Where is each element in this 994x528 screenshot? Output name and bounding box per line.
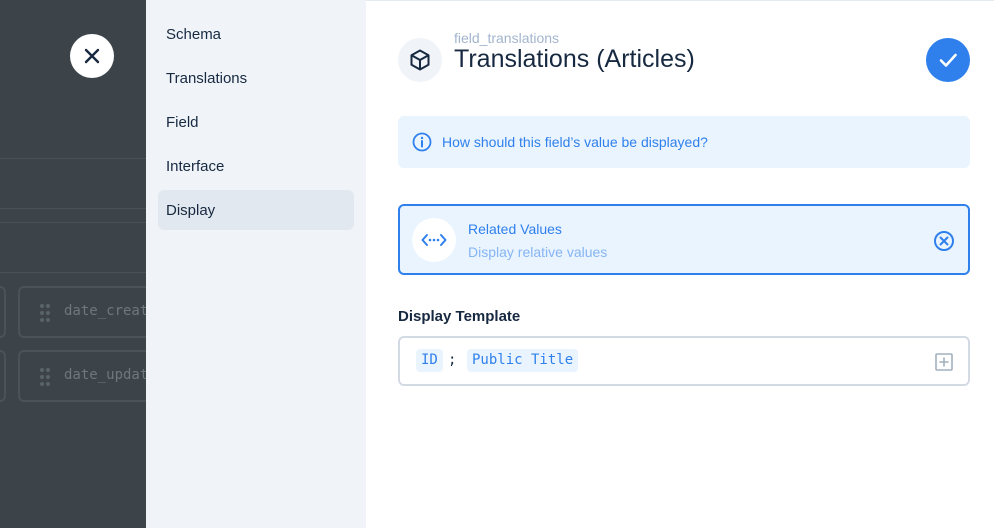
box-icon (410, 49, 430, 71)
info-icon (412, 132, 432, 152)
template-separator: ; (448, 352, 457, 368)
display-icon-wrapper (412, 218, 456, 262)
modal-backdrop: date_created date_updated (0, 0, 146, 528)
code-arrows-icon (421, 234, 447, 246)
display-template-label: Display Template (398, 308, 521, 325)
backdrop-field-name: date_created (64, 303, 146, 319)
backdrop-divider (0, 208, 146, 209)
sidebar-item-translations[interactable]: Translations (158, 58, 354, 98)
backdrop-divider (0, 158, 146, 159)
template-token[interactable]: Public Title (467, 349, 579, 372)
backdrop-divider (0, 272, 146, 273)
backdrop-field-chip: date_updated (18, 350, 146, 402)
sidebar-item-field[interactable]: Field (158, 102, 354, 142)
drag-handle-icon (40, 304, 52, 322)
page-title: Translations (Articles) (454, 45, 695, 73)
template-token[interactable]: ID (416, 349, 443, 372)
close-circle-icon (934, 231, 954, 251)
display-template-input[interactable]: ID ; Public Title (398, 336, 970, 386)
save-button[interactable] (926, 38, 970, 82)
page-subtitle: field_translations (454, 30, 560, 46)
display-description: Display relative values (468, 244, 608, 260)
title-icon-wrapper (398, 38, 442, 82)
check-icon (939, 53, 957, 67)
drawer-content: field_translations Translations (Article… (366, 0, 994, 528)
close-drawer-button[interactable] (70, 34, 114, 78)
info-notice: How should this field’s value be display… (398, 116, 970, 168)
backdrop-field-chip: date_created (18, 286, 146, 338)
sidebar-item-schema[interactable]: Schema (158, 14, 354, 54)
deselect-display-button[interactable] (932, 229, 956, 253)
backdrop-field-name: date_updated (64, 367, 146, 383)
backdrop-field-chip (0, 350, 6, 402)
display-selection-card[interactable]: Related Values Display relative values (398, 204, 970, 275)
backdrop-field-chip (0, 286, 6, 338)
drag-handle-icon (40, 368, 52, 386)
close-icon (84, 48, 100, 64)
add-box-icon (935, 353, 953, 371)
sidebar-item-display[interactable]: Display (158, 190, 354, 230)
display-name: Related Values (468, 221, 562, 237)
drawer-sidebar: Schema Translations Field Interface Disp… (146, 0, 366, 528)
backdrop-divider (0, 222, 146, 223)
add-field-button[interactable] (934, 352, 954, 372)
notice-text: How should this field’s value be display… (442, 134, 708, 150)
sidebar-item-interface[interactable]: Interface (158, 146, 354, 186)
